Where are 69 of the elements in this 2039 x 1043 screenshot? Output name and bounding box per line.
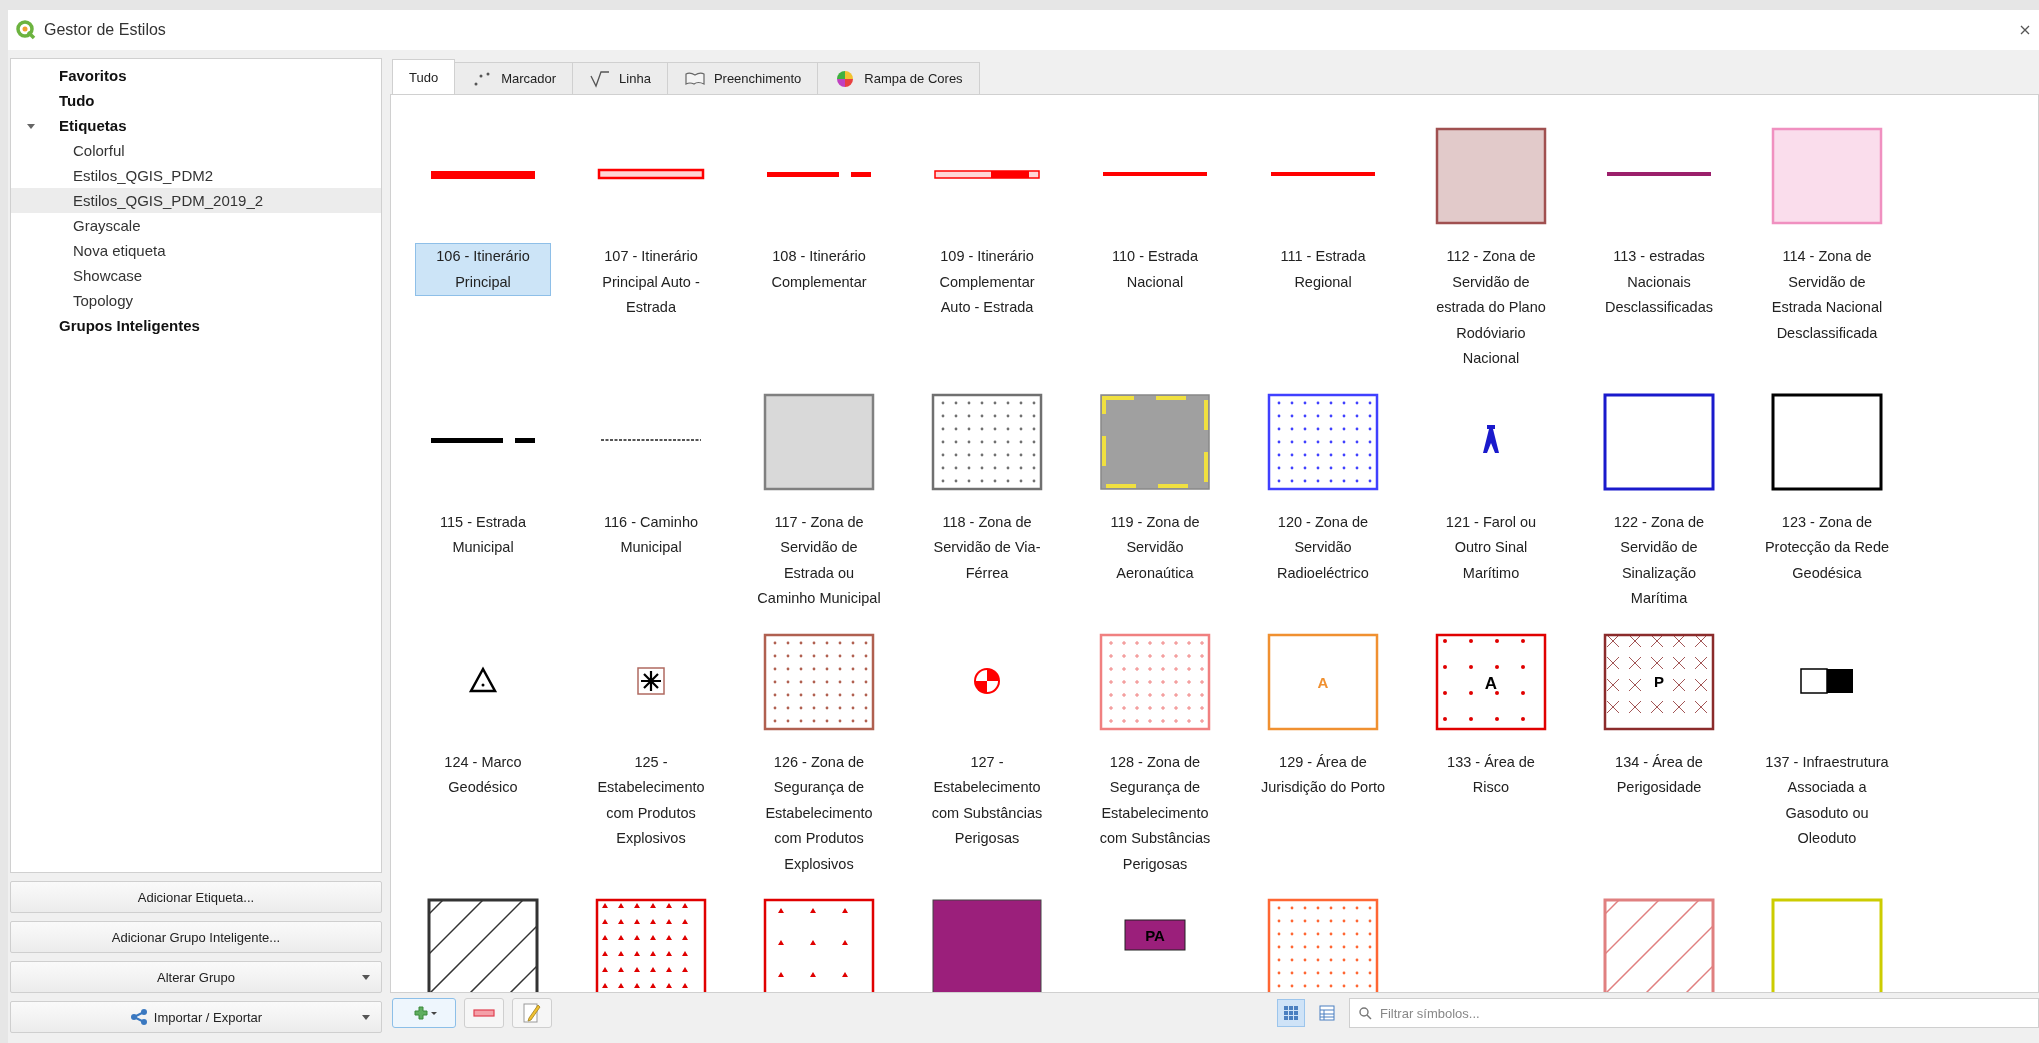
symbol-letter: A [1484, 673, 1498, 693]
symbol-name[interactable]: 115 - Estrada Municipal [415, 508, 551, 562]
symbol-name[interactable]: 117 - Zona de Servidão de Estrada ou Caminho Municipal [751, 508, 887, 613]
tree-item[interactable]: Estilos_QGIS_PDM_2019_2 [11, 188, 381, 213]
app-logo-icon [16, 20, 36, 40]
symbol-name[interactable]: 134 - Área de Perigosidade [1591, 748, 1727, 802]
remove-symbol-button[interactable] [464, 998, 504, 1028]
tab[interactable]: Marcador [454, 62, 574, 94]
button[interactable]: Alterar Grupo [10, 961, 382, 993]
window-title: Gestor de Estilos [44, 21, 167, 39]
tree-label: Etiquetas [59, 117, 127, 134]
grid-icon [1282, 1004, 1300, 1022]
symbol-name[interactable]: 109 - Itinerário Complementar Auto - Estrada [919, 243, 1055, 322]
tree-item[interactable]: Estilos_QGIS_PDM2 [11, 163, 381, 188]
symbol-name[interactable]: 113 - estradas Nacionais Desclassificadas [1591, 243, 1727, 322]
symbol-name[interactable]: 120 - Zona de Servidão Radioeléctrico [1255, 508, 1391, 587]
tab[interactable]: Linha [572, 62, 668, 94]
tab[interactable]: Tudo [392, 59, 456, 94]
symbol-name[interactable]: 126 - Zona de Segurança de Estabelecimento com Produtos Explosivos [751, 748, 887, 878]
symbol-name[interactable]: 112 - Zona de Servidão de estrada do Plano Rodóviario Nacional [1423, 243, 1559, 373]
tree-item[interactable]: Tudo [11, 88, 381, 113]
pencil-icon [522, 1002, 542, 1024]
tab[interactable]: Preenchimento [666, 62, 819, 94]
symbol-name[interactable]: 128 - Zona de Segurança de Estabelecimento com Substâncias Perigosas [1087, 748, 1223, 878]
tree-item[interactable]: Nova etiqueta [11, 238, 381, 263]
tree-item[interactable]: Etiquetas [11, 113, 381, 138]
symbol-name[interactable]: 108 - Itinerário Complementar [751, 243, 887, 296]
symbol-name[interactable]: 111 - Estrada Regional [1255, 243, 1391, 296]
line-icon [589, 69, 612, 88]
symbol-letter: P [1654, 672, 1664, 690]
symbol-name[interactable]: 114 - Zona de Servidão de Estrada Nacional Desclassificada [1759, 243, 1895, 347]
symbol-name[interactable]: 124 - Marco Geodésico [415, 748, 551, 802]
symbol-letter: A [1317, 673, 1329, 691]
symbol-name[interactable]: 123 - Zona de Protecção da Rede Geodésica [1759, 508, 1895, 587]
button[interactable]: Adicionar Grupo Inteligente... [10, 921, 382, 953]
minus-icon [473, 1007, 495, 1019]
tree-item[interactable]: Grupos Inteligentes [11, 313, 381, 338]
tree-item[interactable]: Grayscale [11, 213, 381, 238]
symbol-name[interactable]: 133 - Área de Risco [1423, 748, 1559, 802]
labelled-square-icon[interactable]: P [1599, 626, 1719, 737]
symbol-name[interactable]: 119 - Zona de Servidão Aeronaútica [1087, 508, 1223, 587]
dropdown-caret-icon [361, 974, 371, 981]
table-icon [1318, 1004, 1336, 1022]
share-icon [129, 1008, 148, 1026]
symbol-name[interactable]: 106 - Itinerário Principal [415, 243, 551, 296]
symbol-name[interactable]: 129 - Área de Jurisdição do Porto [1255, 748, 1391, 802]
symbol-name[interactable]: 110 - Estrada Nacional [1087, 243, 1223, 296]
symbol-letter: PA [1145, 927, 1165, 944]
button[interactable]: Adicionar Etiqueta... [10, 881, 382, 913]
tab[interactable]: Rampa de Cores [817, 62, 980, 94]
close-icon[interactable] [2019, 24, 2031, 36]
symbol-name[interactable]: 137 - Infraestrutura Associada a Gasoduto ou Oleoduto [1759, 748, 1895, 853]
symbol-name[interactable]: 107 - Itinerário Principal Auto - Estrada [583, 243, 719, 322]
symbol-name[interactable]: 121 - Farol ou Outro Sinal Marítimo [1423, 508, 1559, 587]
add-symbol-button[interactable] [392, 998, 456, 1028]
symbol-name[interactable]: 127 - Estabelecimento com Substâncias Perigosas [919, 748, 1055, 853]
tree-item[interactable]: Topology [11, 288, 381, 313]
symbol-name[interactable]: 116 - Caminho Municipal [583, 508, 719, 562]
search-field[interactable]: Filtrar símbolos... [1349, 998, 2039, 1028]
icon-view-button[interactable] [1277, 999, 1305, 1027]
edit-symbol-button[interactable] [512, 998, 552, 1028]
dropdown-caret-icon [361, 1014, 371, 1021]
tree-item[interactable]: Showcase [11, 263, 381, 288]
tree-item[interactable]: Colorful [11, 138, 381, 163]
symbol-name[interactable]: 122 - Zona de Servidão de Sinalização Marítima [1591, 508, 1727, 613]
tree-item[interactable]: Favoritos [11, 63, 381, 88]
button[interactable]: Importar / Exportar [10, 1001, 382, 1033]
symbol-name[interactable]: 125 - Estabelecimento com Produtos Explosivos [583, 748, 719, 853]
symbol-name[interactable]: 118 - Zona de Servidão de Via-Férrea [919, 508, 1055, 587]
